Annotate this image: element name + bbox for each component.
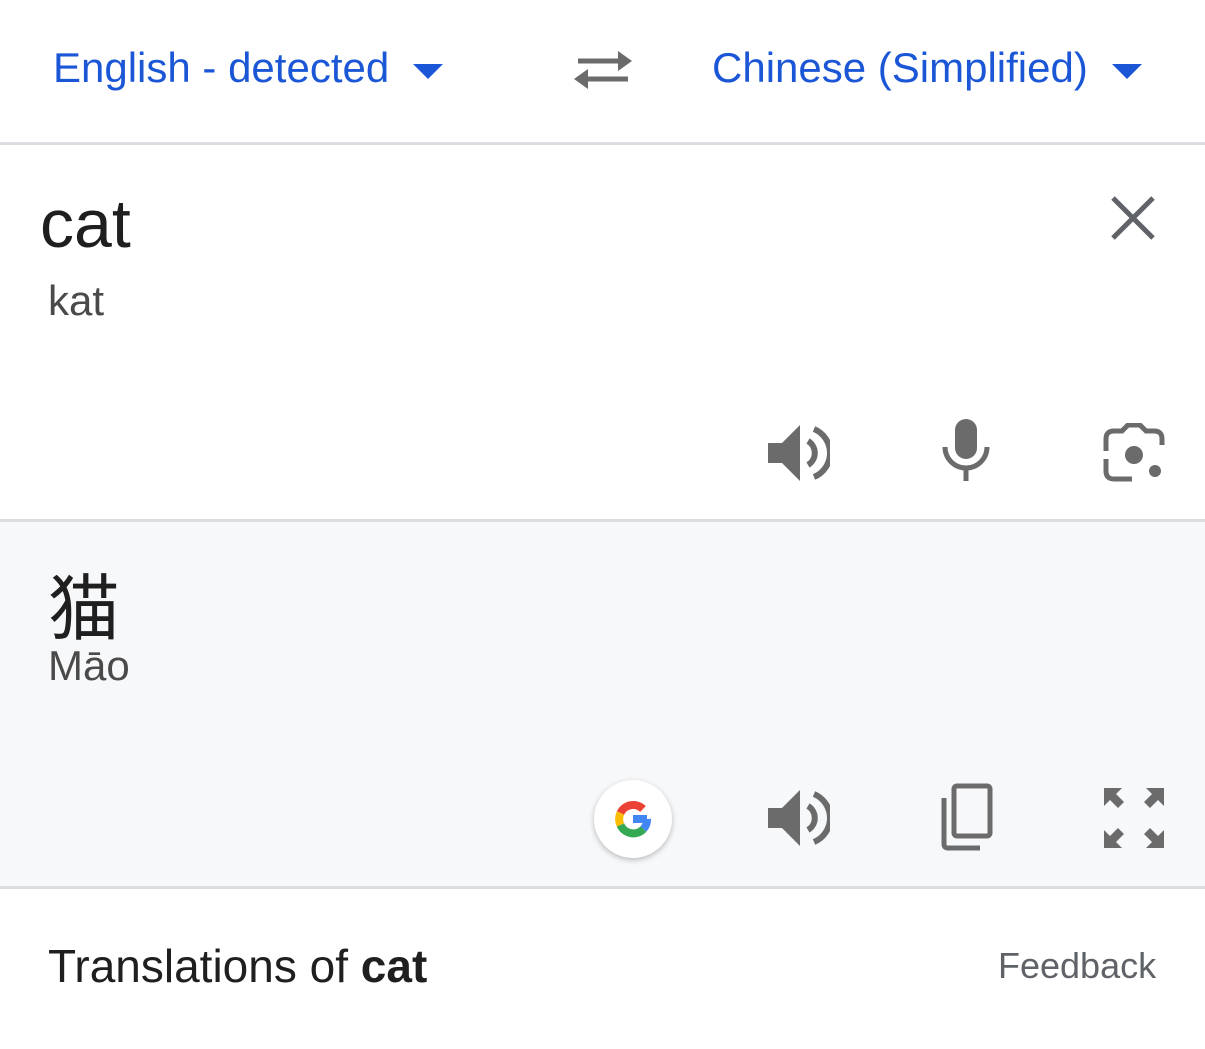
translations-heading-prefix: Translations of xyxy=(48,940,361,992)
copy-icon[interactable] xyxy=(934,782,996,852)
translations-heading: Translations of cat xyxy=(48,939,427,993)
swap-languages-icon[interactable] xyxy=(572,46,634,94)
camera-icon[interactable] xyxy=(1102,423,1166,483)
chevron-down-icon xyxy=(1111,63,1142,79)
close-icon[interactable] xyxy=(1108,193,1158,243)
translations-section: Translations of cat Feedback xyxy=(0,889,1205,1049)
fullscreen-icon[interactable] xyxy=(1102,786,1166,850)
source-text-input[interactable]: cat xyxy=(40,185,131,263)
feedback-link[interactable]: Feedback xyxy=(998,945,1156,987)
translation-text: 猫 xyxy=(48,567,121,651)
google-logo-icon xyxy=(615,801,651,838)
microphone-icon[interactable] xyxy=(940,417,992,483)
source-language-label: English - detected xyxy=(53,44,390,91)
target-language-selector[interactable]: Chinese (Simplified) xyxy=(712,44,1142,92)
google-search-button[interactable] xyxy=(594,780,672,858)
translation-transliteration: Māo xyxy=(48,642,130,689)
speaker-icon[interactable] xyxy=(766,786,830,850)
chevron-down-icon xyxy=(413,63,444,79)
source-language-selector[interactable]: English - detected xyxy=(53,44,444,92)
target-language-label: Chinese (Simplified) xyxy=(712,44,1088,91)
translations-heading-word: cat xyxy=(360,940,428,992)
language-bar: English - detected Chinese (Simplified) xyxy=(0,0,1205,142)
source-panel: cat kat xyxy=(0,145,1205,519)
speaker-icon[interactable] xyxy=(766,421,830,485)
translation-panel: 猫 Māo xyxy=(0,522,1205,886)
source-transliteration: kat xyxy=(48,277,105,324)
